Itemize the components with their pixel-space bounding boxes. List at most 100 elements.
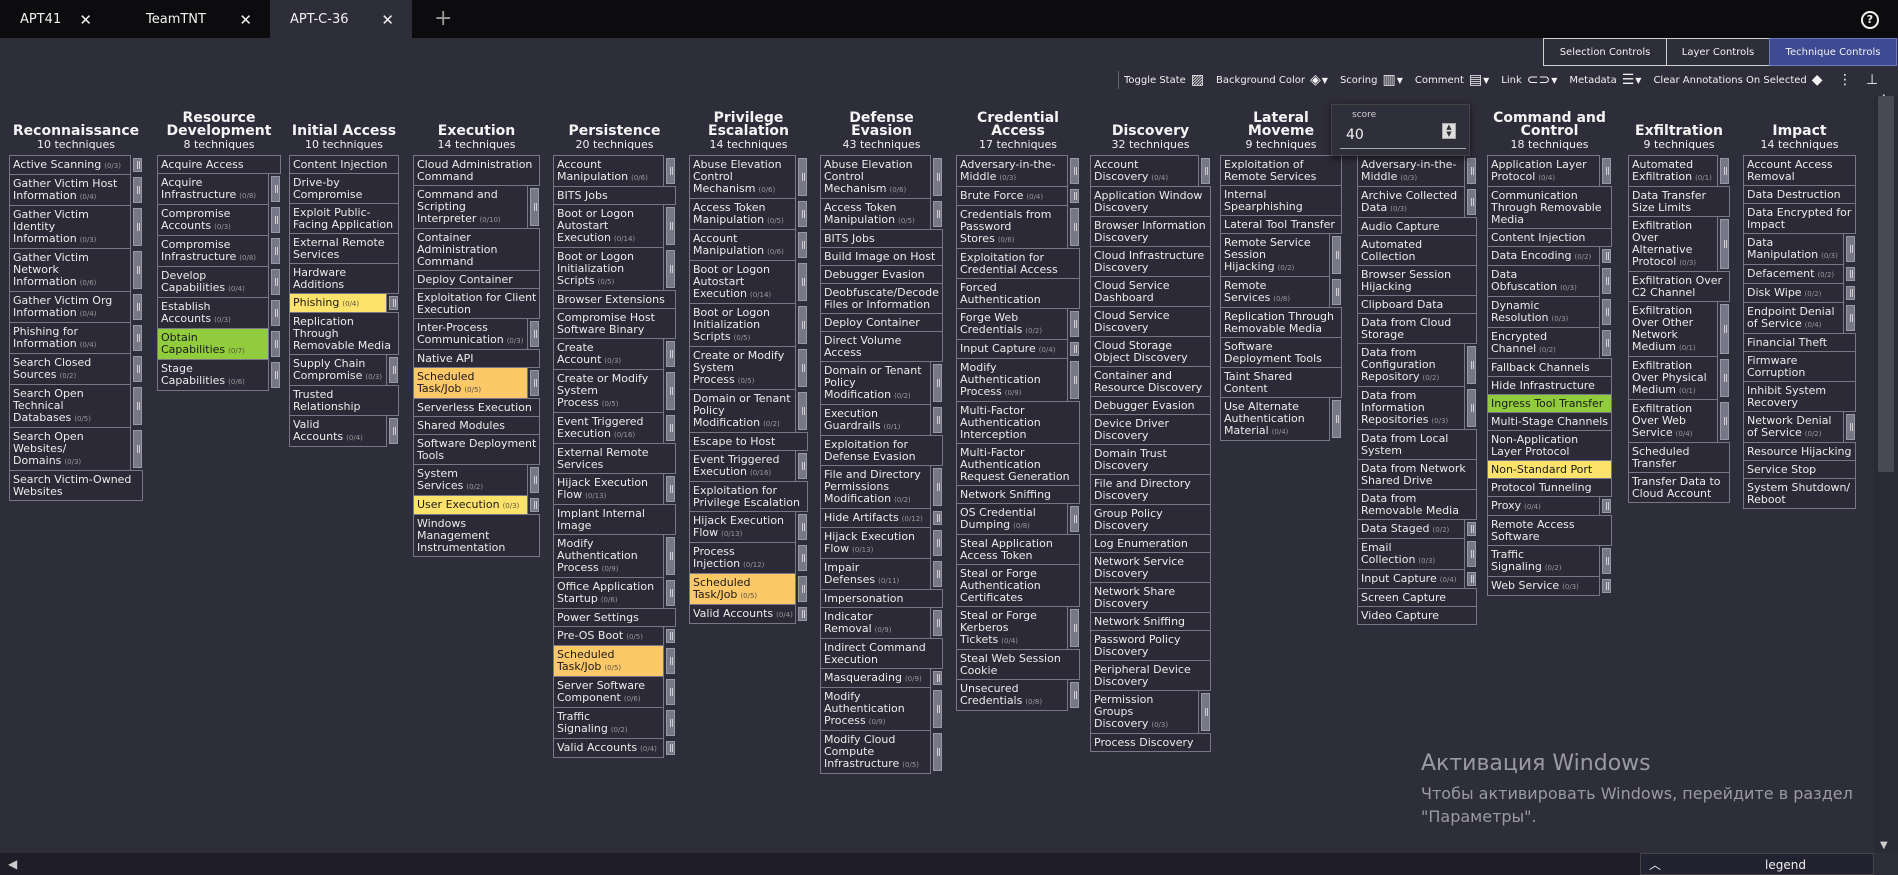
technique-cell[interactable]: Cloud Infrastructure Discovery bbox=[1090, 246, 1211, 277]
expand-subtechniques-handle[interactable] bbox=[933, 158, 942, 196]
technique-cell[interactable]: Scheduled Task/Job (0/5) bbox=[553, 645, 675, 677]
comment-button[interactable]: Comment ▤ ▼ bbox=[1415, 72, 1489, 88]
technique-cell[interactable]: Modify Authentication Process (0/9) bbox=[553, 534, 675, 578]
technique-cell[interactable]: Valid Accounts (0/4) bbox=[553, 738, 675, 758]
expand-subtechniques-handle[interactable] bbox=[271, 207, 280, 233]
expand-subtechniques-handle[interactable] bbox=[1602, 499, 1611, 513]
expand-subtechniques-handle[interactable] bbox=[1467, 541, 1476, 567]
tactic-header[interactable]: Resource Development 8 techniques bbox=[157, 104, 281, 153]
tactic-header[interactable]: Impact 14 techniques bbox=[1743, 104, 1856, 153]
tactic-header[interactable]: Execution 14 techniques bbox=[413, 104, 540, 153]
technique-cell[interactable]: Exfiltration Over C2 Channel bbox=[1628, 271, 1730, 302]
technique-cell[interactable]: Data from Removable Media bbox=[1357, 489, 1477, 520]
technique-cell[interactable]: Scheduled Transfer bbox=[1628, 442, 1730, 473]
technique-cell[interactable]: Exploitation for Client Execution bbox=[413, 288, 540, 319]
expand-subtechniques-handle[interactable] bbox=[271, 176, 280, 202]
expand-subtechniques-handle[interactable] bbox=[933, 561, 942, 587]
expand-subtechniques-handle[interactable] bbox=[798, 349, 807, 387]
technique-cell[interactable]: System Shutdown/ Reboot bbox=[1743, 478, 1856, 509]
expand-subtechniques-handle[interactable] bbox=[798, 392, 807, 430]
technique-cell[interactable]: Hardware Additions bbox=[289, 263, 399, 294]
technique-cell[interactable]: Command and Scripting Interpreter (0/10) bbox=[413, 185, 539, 229]
technique-cell[interactable]: Encrypted Channel (0/2) bbox=[1487, 327, 1611, 359]
technique-cell[interactable]: Exfiltration Over Physical Medium (0/1) bbox=[1628, 356, 1729, 400]
technique-cell[interactable]: Serverless Execution bbox=[413, 398, 540, 417]
expand-subtechniques-handle[interactable] bbox=[798, 263, 807, 301]
technique-cell[interactable]: Masquerading (0/9) bbox=[820, 668, 942, 688]
technique-cell[interactable]: Exploitation of Remote Services bbox=[1220, 155, 1342, 186]
technique-cell[interactable]: Protocol Tunneling bbox=[1487, 478, 1612, 497]
technique-cell[interactable]: Indirect Command Execution bbox=[820, 638, 943, 669]
technique-cell[interactable]: Valid Accounts (0/4) bbox=[689, 604, 807, 624]
expand-subtechniques-handle[interactable] bbox=[271, 238, 280, 264]
expand-subtechniques-handle[interactable] bbox=[1846, 414, 1855, 440]
technique-cell[interactable]: Process Discovery bbox=[1090, 733, 1211, 752]
expand-subtechniques-handle[interactable] bbox=[1467, 389, 1476, 427]
technique-cell[interactable]: Financial Theft bbox=[1743, 333, 1856, 352]
technique-cell[interactable]: Network Share Discovery bbox=[1090, 582, 1211, 613]
technique-cell[interactable]: Account Manipulation (0/6) bbox=[553, 155, 675, 187]
technique-cell[interactable]: Data Encrypted for Impact bbox=[1743, 203, 1856, 234]
expand-subtechniques-handle[interactable] bbox=[133, 387, 142, 425]
expand-subtechniques-handle[interactable] bbox=[1846, 286, 1855, 300]
technique-cell[interactable]: Cloud Service Discovery bbox=[1090, 306, 1211, 337]
technique-cell[interactable]: File and Directory Discovery bbox=[1090, 474, 1211, 505]
technique-cell[interactable]: External Remote Services bbox=[289, 233, 399, 264]
technique-cell[interactable]: Implant Internal Image bbox=[553, 504, 676, 535]
layer-controls-tab[interactable]: Layer Controls bbox=[1666, 38, 1770, 66]
expand-subtechniques-handle[interactable] bbox=[933, 511, 942, 525]
technique-cell[interactable]: Compromise Host Software Binary bbox=[553, 308, 676, 339]
vertical-scrollbar[interactable]: ▲ ▼ bbox=[1874, 92, 1898, 853]
expand-subtechniques-handle[interactable] bbox=[1846, 267, 1855, 281]
expand-subtechniques-handle[interactable] bbox=[933, 530, 942, 556]
technique-cell[interactable]: Data from Configuration Repository (0/2) bbox=[1357, 343, 1476, 387]
expand-subtechniques-handle[interactable] bbox=[530, 188, 539, 226]
technique-cell[interactable]: Automated Collection bbox=[1357, 235, 1477, 266]
technique-cell[interactable]: Web Service (0/3) bbox=[1487, 576, 1611, 596]
technique-cell[interactable]: Video Capture bbox=[1357, 606, 1477, 625]
technique-cell[interactable]: Gather Victim Org Information (0/4) bbox=[9, 291, 142, 323]
technique-cell[interactable]: Log Enumeration bbox=[1090, 534, 1211, 553]
technique-cell[interactable]: Indicator Removal (0/9) bbox=[820, 607, 942, 639]
expand-subtechniques-handle[interactable] bbox=[530, 498, 539, 512]
tactic-header[interactable]: Command and Control 18 techniques bbox=[1487, 104, 1612, 153]
expand-subtechniques-handle[interactable] bbox=[1070, 361, 1079, 399]
expand-subtechniques-handle[interactable] bbox=[1846, 305, 1855, 331]
expand-subtechniques-handle[interactable] bbox=[133, 430, 142, 468]
technique-cell[interactable]: Traffic Signaling (0/2) bbox=[1487, 545, 1611, 577]
score-stepper[interactable]: ▲ ▼ bbox=[1442, 123, 1456, 139]
expand-subtechniques-handle[interactable] bbox=[133, 294, 142, 320]
expand-subtechniques-handle[interactable] bbox=[933, 671, 942, 685]
expand-subtechniques-handle[interactable] bbox=[798, 545, 807, 571]
technique-cell[interactable]: Exploitation for Credential Access bbox=[956, 248, 1080, 279]
expand-subtechniques-handle[interactable] bbox=[1602, 158, 1611, 184]
technique-cell[interactable]: System Services (0/2) bbox=[413, 464, 539, 496]
expand-subtechniques-handle[interactable] bbox=[1467, 189, 1476, 215]
technique-cell[interactable]: Impersonation bbox=[820, 589, 943, 608]
technique-cell[interactable]: Data Destruction bbox=[1743, 185, 1856, 204]
technique-cell[interactable]: Transfer Data to Cloud Account bbox=[1628, 472, 1730, 503]
technique-cell[interactable]: Drive-by Compromise bbox=[289, 173, 399, 204]
expand-subtechniques-handle[interactable] bbox=[1332, 279, 1341, 305]
technique-cell[interactable]: Multi-Factor Authentication Interception bbox=[956, 401, 1080, 444]
technique-cell[interactable]: Fallback Channels bbox=[1487, 358, 1612, 377]
technique-cell[interactable]: Exploitation for Defense Evasion bbox=[820, 435, 943, 466]
technique-cell[interactable]: Hide Artifacts (0/12) bbox=[820, 508, 942, 528]
technique-cell[interactable]: Firmware Corruption bbox=[1743, 351, 1856, 382]
selection-controls-tab[interactable]: Selection Controls bbox=[1543, 38, 1667, 66]
technique-cell[interactable]: Email Collection (0/3) bbox=[1357, 538, 1476, 570]
expand-subtechniques-handle[interactable] bbox=[666, 415, 675, 441]
technique-cell[interactable]: Abuse Elevation Control Mechanism (0/6) bbox=[689, 155, 807, 199]
technique-cell[interactable]: Replication Through Removable Media bbox=[289, 312, 399, 355]
technique-cell[interactable]: Application Window Discovery bbox=[1090, 186, 1211, 217]
technique-cell[interactable]: Account Access Removal bbox=[1743, 155, 1856, 186]
technique-cell[interactable]: Non-Standard Port bbox=[1487, 460, 1612, 479]
expand-subtechniques-handle[interactable] bbox=[798, 232, 807, 258]
expand-subtechniques-handle[interactable] bbox=[530, 467, 539, 493]
technique-cell[interactable]: Valid Accounts (0/4) bbox=[289, 415, 398, 447]
expand-subtechniques-handle[interactable] bbox=[1332, 236, 1341, 274]
technique-cell[interactable]: Exfiltration Over Alternative Protocol (0… bbox=[1628, 216, 1729, 272]
expand-subtechniques-handle[interactable] bbox=[1070, 609, 1079, 647]
technique-cell[interactable]: Event Triggered Execution (0/16) bbox=[689, 450, 807, 482]
expand-subtechniques-handle[interactable] bbox=[133, 158, 142, 172]
